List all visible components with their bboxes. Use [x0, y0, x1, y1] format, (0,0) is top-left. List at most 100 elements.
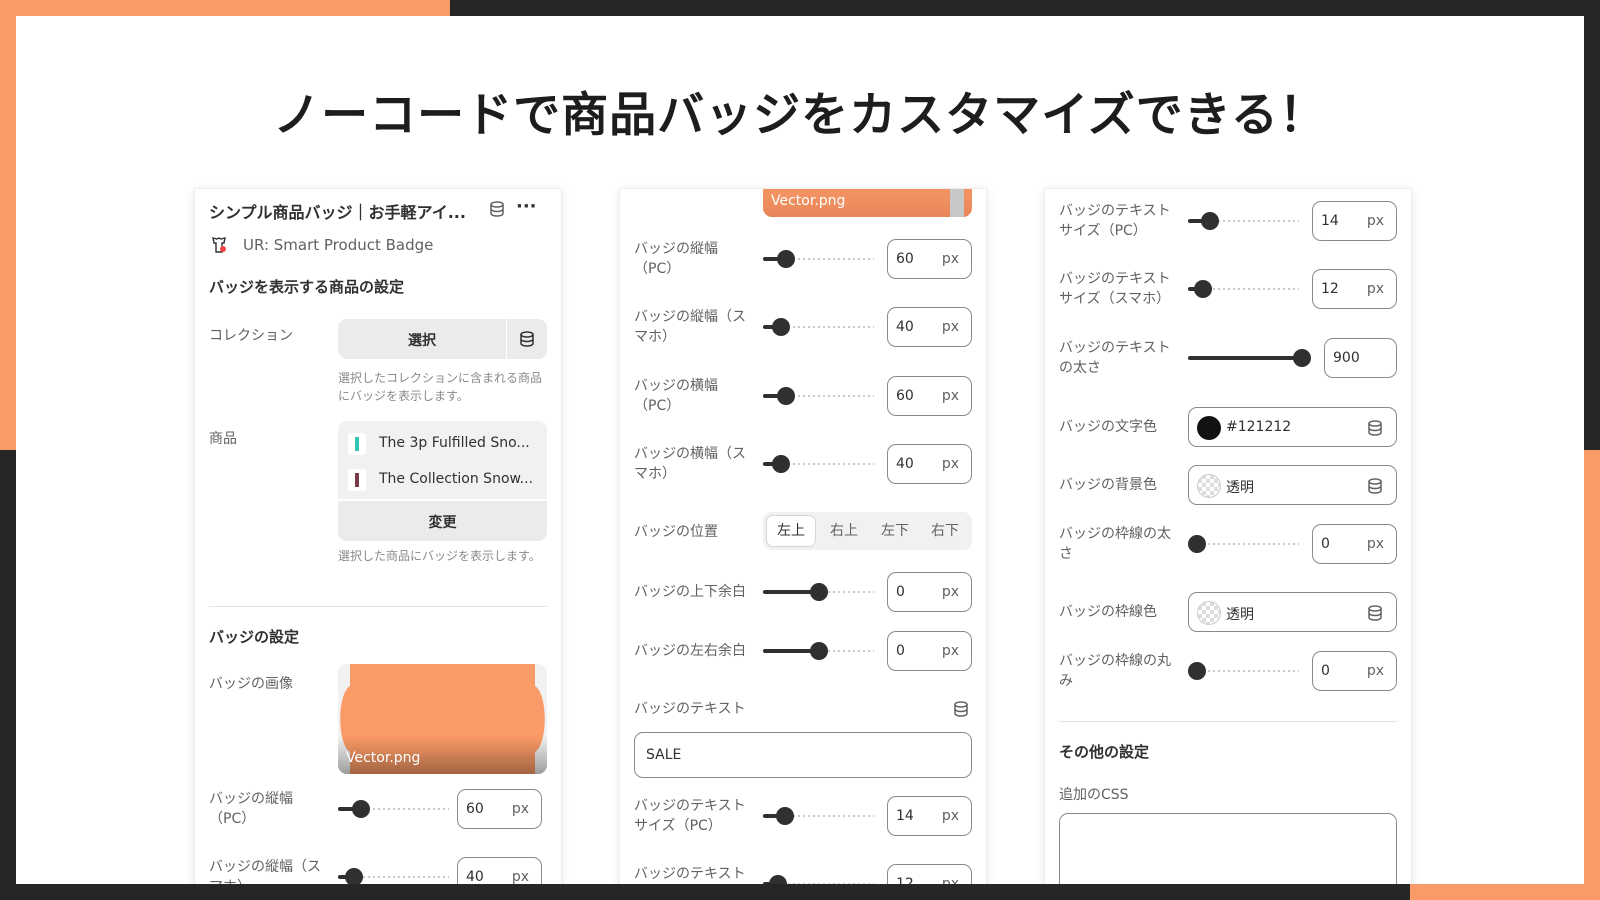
vmargin-input[interactable]: 0 px [887, 572, 972, 612]
product-item[interactable]: The 3p Fulfilled Sno... [348, 433, 541, 455]
database-icon[interactable] [1366, 604, 1384, 626]
section-title-badge: バッジの設定 [209, 628, 300, 646]
text-size-pc-slider[interactable] [763, 807, 874, 825]
badge-image-preview[interactable]: Vector.png [338, 664, 547, 774]
text-size-sp-slider[interactable] [763, 875, 874, 884]
text-size-pc-input[interactable]: 14 px [887, 796, 972, 836]
badge-image-preview[interactable]: Vector.png [763, 189, 972, 217]
width-sp-label: バッジの横幅（スマホ） [634, 446, 746, 482]
hmargin-slider[interactable] [763, 642, 874, 660]
text-size-sp-label: バッジのテキストサイズ（スマホ） [1059, 271, 1171, 307]
border-radius-slider[interactable] [1188, 662, 1299, 680]
badge-text-input[interactable]: SALE [634, 732, 972, 778]
position-segmented-control: 左上 右上 左下 右下 [763, 512, 972, 550]
app-subtitle: UR: Smart Product Badge [243, 236, 434, 254]
width-pc-label: バッジの横幅（PC） [634, 378, 718, 414]
vmargin-slider[interactable] [763, 583, 874, 601]
product-thumbnail [348, 433, 366, 455]
selected-products-list: The 3p Fulfilled Sno... The Collection S… [338, 421, 547, 499]
position-option-top-left[interactable]: 左上 [766, 515, 816, 547]
text-size-pc-setting: バッジのテキストサイズ（PC） 14 px [1059, 201, 1397, 241]
width-pc-input[interactable]: 60 px [887, 376, 972, 416]
section-title-other: その他の設定 [1059, 743, 1150, 761]
text-size-pc-label: バッジのテキストサイズ（PC） [1059, 203, 1171, 239]
divider [1059, 721, 1397, 722]
height-pc-input[interactable]: 60 px [457, 789, 542, 829]
height-sp-label: バッジの縦幅（スマホ） [634, 309, 746, 345]
product-name: The Collection Snow... [379, 471, 534, 487]
text-size-sp-setting: バッジのテキストサイズ（スマホ） 12px [634, 864, 972, 884]
bg-color-input[interactable]: 透明 [1188, 465, 1397, 505]
position-option-bottom-left[interactable]: 左下 [870, 515, 920, 547]
section-title-products: バッジを表示する商品の設定 [209, 278, 405, 296]
hmargin-input[interactable]: 0 px [887, 631, 972, 671]
text-size-sp-input[interactable]: 12 px [887, 864, 972, 884]
collection-select-button[interactable]: 選択 [338, 319, 547, 359]
height-sp-slider[interactable] [763, 318, 874, 336]
text-size-pc-setting: バッジのテキストサイズ（PC） 14 px [634, 796, 972, 836]
change-products-button[interactable]: 変更 [338, 501, 547, 541]
change-button-label: 変更 [428, 515, 457, 531]
badge-text-label: バッジのテキスト [634, 701, 746, 717]
border-color-input[interactable]: 透明 [1188, 592, 1397, 632]
height-pc-slider[interactable] [763, 250, 874, 268]
position-label: バッジの位置 [634, 524, 718, 540]
product-item[interactable]: The Collection Snow... [348, 469, 541, 491]
products-help-text: 選択した商品にバッジを表示します。 [338, 549, 541, 563]
database-icon[interactable] [518, 330, 536, 352]
text-color-setting: バッジの文字色 #121212 [1059, 407, 1397, 447]
height-sp-input[interactable]: 40 px [887, 307, 972, 347]
height-pc-setting: バッジの縦幅（PC） 60 px [634, 239, 972, 279]
height-sp-input[interactable]: 40 px [457, 857, 542, 884]
position-option-bottom-right[interactable]: 右下 [920, 515, 970, 547]
font-weight-input[interactable]: 900 [1324, 338, 1397, 378]
width-pc-setting: バッジの横幅（PC） 60 px [634, 376, 972, 416]
custom-css-textarea[interactable] [1059, 813, 1397, 884]
hmargin-setting: バッジの左右余白 0 px [634, 631, 972, 671]
text-color-input[interactable]: #121212 [1188, 407, 1397, 447]
database-icon[interactable] [1366, 419, 1384, 441]
width-pc-slider[interactable] [763, 387, 874, 405]
collection-label: コレクション [209, 328, 293, 344]
settings-panel-right: バッジのテキストサイズ（PC） 14 px バッジのテキストサイズ（スマホ） 12… [1045, 189, 1411, 884]
width-sp-input[interactable]: 40 px [887, 444, 972, 484]
border-radius-setting: バッジの枠線の丸み 0 px [1059, 651, 1397, 691]
transparent-swatch [1197, 601, 1221, 625]
font-weight-label: バッジのテキストの太さ [1059, 340, 1171, 376]
height-sp-label: バッジの縦幅（スマホ） [209, 859, 321, 884]
settings-panel-left: シンプル商品バッジ｜お手軽アイ... ··· UR: Smart Product… [195, 189, 561, 884]
css-label: 追加のCSS [1059, 787, 1129, 803]
bg-color-setting: バッジの背景色 透明 [1059, 465, 1397, 505]
height-pc-slider[interactable] [338, 800, 449, 818]
text-size-pc-slider[interactable] [1188, 212, 1299, 230]
border-width-slider[interactable] [1188, 535, 1299, 553]
font-weight-setting: バッジのテキストの太さ 900 [1059, 338, 1397, 378]
text-size-pc-input[interactable]: 14 px [1312, 201, 1397, 241]
font-weight-slider[interactable] [1188, 349, 1311, 367]
color-swatch [1197, 416, 1221, 440]
headline: ノーコードで商品バッジをカスタマイズできる！ [273, 88, 1327, 143]
border-color-setting: バッジの枠線色 透明 [1059, 592, 1397, 632]
border-radius-input[interactable]: 0 px [1312, 651, 1397, 691]
hmargin-label: バッジの左右余白 [634, 643, 746, 659]
image-filename: Vector.png [771, 193, 846, 209]
text-size-sp-slider[interactable] [1188, 280, 1299, 298]
database-icon[interactable] [952, 700, 970, 722]
database-icon[interactable] [1366, 477, 1384, 499]
height-pc-label: バッジの縦幅（PC） [634, 241, 718, 277]
badge-image-label: バッジの画像 [209, 676, 293, 692]
border-width-input[interactable]: 0 px [1312, 524, 1397, 564]
bg-color-label: バッジの背景色 [1059, 477, 1157, 493]
collection-help-text: 選択したコレクションに含まれる商品にバッジを表示します。 [338, 371, 543, 403]
text-size-sp-setting: バッジのテキストサイズ（スマホ） 12px [1059, 269, 1397, 309]
width-sp-slider[interactable] [763, 455, 874, 473]
height-pc-input[interactable]: 60 px [887, 239, 972, 279]
text-size-sp-input[interactable]: 12 px [1312, 269, 1397, 309]
height-sp-slider[interactable] [338, 868, 449, 884]
badge-text-value: SALE [646, 747, 682, 763]
more-options-icon[interactable]: ··· [516, 196, 537, 217]
position-option-top-right[interactable]: 右上 [819, 515, 869, 547]
border-color-label: バッジの枠線色 [1059, 604, 1157, 620]
decorative-orange-strip-bottom [1410, 882, 1600, 900]
database-icon[interactable] [488, 200, 506, 222]
